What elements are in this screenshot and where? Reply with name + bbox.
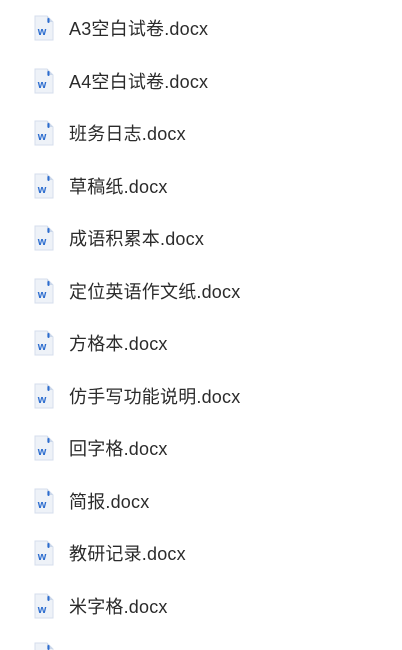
file-item-handwriting-guide[interactable]: w 仿手写功能说明.docx [0, 370, 402, 422]
svg-text:w: w [37, 131, 47, 143]
word-doc-icon: w [33, 68, 55, 94]
word-doc-icon: w [33, 540, 55, 566]
file-name: A3空白试卷.docx [69, 19, 209, 39]
file-name: 仿手写功能说明.docx [69, 387, 241, 407]
word-doc-icon: w [33, 383, 55, 409]
word-doc-icon: w [33, 435, 55, 461]
word-doc-icon: w [33, 278, 55, 304]
svg-text:w: w [37, 341, 47, 353]
svg-text:w: w [37, 499, 47, 511]
word-doc-icon: w [33, 225, 55, 251]
svg-text:w: w [37, 394, 47, 406]
file-item-grid-book[interactable]: w 方格本.docx [0, 317, 402, 369]
file-name: 成语积累本.docx [69, 229, 205, 249]
file-name: A4空白试卷.docx [69, 72, 209, 92]
file-name: 班务日志.docx [69, 124, 186, 144]
file-item-class-log[interactable]: w 班务日志.docx [0, 107, 402, 159]
file-item-mi-grid[interactable]: w 米字格.docx [0, 580, 402, 632]
svg-text:w: w [37, 604, 47, 616]
file-name: 教研记录.docx [69, 544, 186, 564]
file-item-draft-paper[interactable]: w 草稿纸.docx [0, 160, 402, 212]
word-doc-icon: w [33, 173, 55, 199]
file-name: 简报.docx [69, 492, 150, 512]
word-doc-icon: w [33, 330, 55, 356]
file-item-a4[interactable]: w A4空白试卷.docx [0, 55, 402, 107]
file-item-idiom-book[interactable]: w 成语积累本.docx [0, 212, 402, 264]
svg-text:w: w [37, 79, 47, 91]
word-doc-icon: w [33, 593, 55, 619]
file-item-briefing[interactable]: w 简报.docx [0, 475, 402, 527]
word-doc-icon-partial: w [33, 642, 55, 650]
word-doc-icon: w [33, 15, 55, 41]
word-doc-icon: w [33, 488, 55, 514]
file-item-a3[interactable]: w A3空白试卷.docx [0, 2, 402, 54]
svg-text:w: w [37, 551, 47, 563]
file-name: 回字格.docx [69, 439, 168, 459]
file-name: 方格本.docx [69, 334, 168, 354]
svg-text:w: w [37, 26, 47, 38]
file-item-english-paper[interactable]: w 定位英语作文纸.docx [0, 265, 402, 317]
word-doc-icon: w [33, 120, 55, 146]
file-name: 米字格.docx [69, 597, 168, 617]
svg-text:w: w [37, 446, 47, 458]
file-item-hui-grid[interactable]: w 回字格.docx [0, 422, 402, 474]
svg-text:w: w [37, 289, 47, 301]
svg-text:w: w [37, 184, 47, 196]
file-name: 草稿纸.docx [69, 177, 168, 197]
svg-text:w: w [37, 236, 47, 248]
file-item-research-record[interactable]: w 教研记录.docx [0, 527, 402, 579]
file-name: 定位英语作文纸.docx [69, 282, 241, 302]
